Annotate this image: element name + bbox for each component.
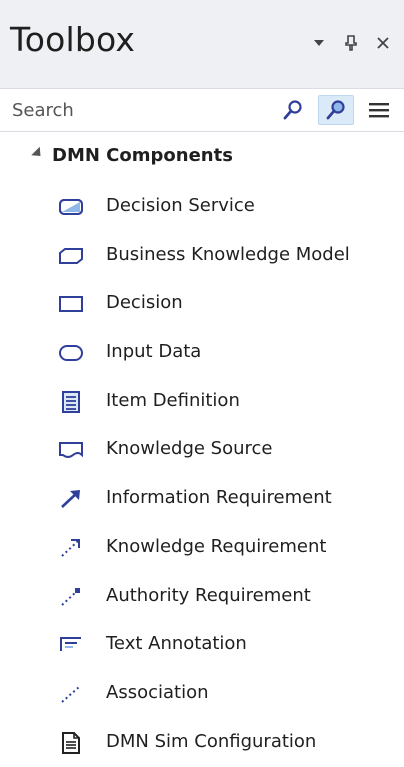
decision-service-icon	[58, 197, 84, 217]
toolbox-item-item-definition[interactable]: Item Definition	[0, 378, 404, 427]
item-label: Authority Requirement	[106, 584, 311, 606]
group-label: DMN Components	[52, 145, 233, 166]
toolbox-title: Toolbox	[10, 20, 136, 59]
search-input[interactable]	[10, 97, 254, 123]
toolbox-item-input-data[interactable]: Input Data	[0, 329, 404, 378]
decision-icon	[58, 294, 84, 314]
association-icon	[58, 684, 84, 704]
toolbox-item-information-requirement[interactable]: Information Requirement	[0, 475, 404, 524]
toolbox-item-business-knowledge-model[interactable]: Business Knowledge Model	[0, 232, 404, 281]
item-label: Item Definition	[106, 389, 240, 411]
advanced-search-icon[interactable]	[318, 95, 354, 125]
item-label: Text Annotation	[106, 633, 247, 655]
item-label: DMN Sim Configuration	[106, 730, 317, 752]
toolbox-item-dmn-sim-configuration[interactable]: DMN Sim Configuration	[0, 719, 404, 767]
group-dmn-components[interactable]: DMN Components	[0, 137, 404, 175]
toolbox-item-decision[interactable]: Decision	[0, 280, 404, 329]
toolbox-item-knowledge-requirement[interactable]: Knowledge Requirement	[0, 524, 404, 573]
item-label: Business Knowledge Model	[106, 243, 350, 265]
chevron-down-icon[interactable]	[310, 34, 328, 52]
toolbox-item-decision-service[interactable]: Decision Service	[0, 183, 404, 232]
item-label: Decision Service	[106, 195, 255, 216]
item-label: Decision	[106, 292, 183, 314]
pin-icon[interactable]	[342, 34, 360, 52]
item-label: Association	[106, 681, 209, 703]
item-label: Information Requirement	[106, 487, 332, 509]
search-icon[interactable]	[276, 96, 310, 124]
toolbox-item-knowledge-source[interactable]: Knowledge Source	[0, 426, 404, 475]
business-knowledge-model-icon	[58, 246, 84, 266]
title-controls	[310, 34, 392, 52]
search-actions	[276, 95, 396, 125]
knowledge-requirement-icon	[58, 538, 84, 558]
collapse-icon[interactable]	[31, 146, 45, 161]
item-label: Knowledge Requirement	[106, 535, 327, 557]
search-bar	[0, 88, 404, 132]
authority-requirement-icon	[58, 587, 84, 607]
toolbox-titlebar: Toolbox	[0, 0, 404, 88]
close-icon[interactable]	[374, 34, 392, 52]
toolbox-items: Decision Service Business Knowledge Mode…	[0, 183, 404, 767]
item-label: Knowledge Source	[106, 438, 273, 460]
item-definition-icon	[58, 390, 84, 413]
item-label: Input Data	[106, 341, 202, 363]
toolbox-item-text-annotation[interactable]: Text Annotation	[0, 621, 404, 670]
toolbox-panel: Toolbox Search DMN Components Decision S…	[0, 0, 404, 764]
text-annotation-icon	[58, 635, 84, 655]
dmn-sim-configuration-icon	[58, 731, 84, 754]
toolbox-item-association[interactable]: Association	[0, 670, 404, 719]
toolbox-item-authority-requirement[interactable]: Authority Requirement	[0, 573, 404, 622]
information-requirement-icon	[58, 489, 84, 509]
input-data-icon	[58, 343, 84, 363]
knowledge-source-icon	[58, 440, 84, 460]
menu-icon[interactable]	[362, 96, 396, 124]
